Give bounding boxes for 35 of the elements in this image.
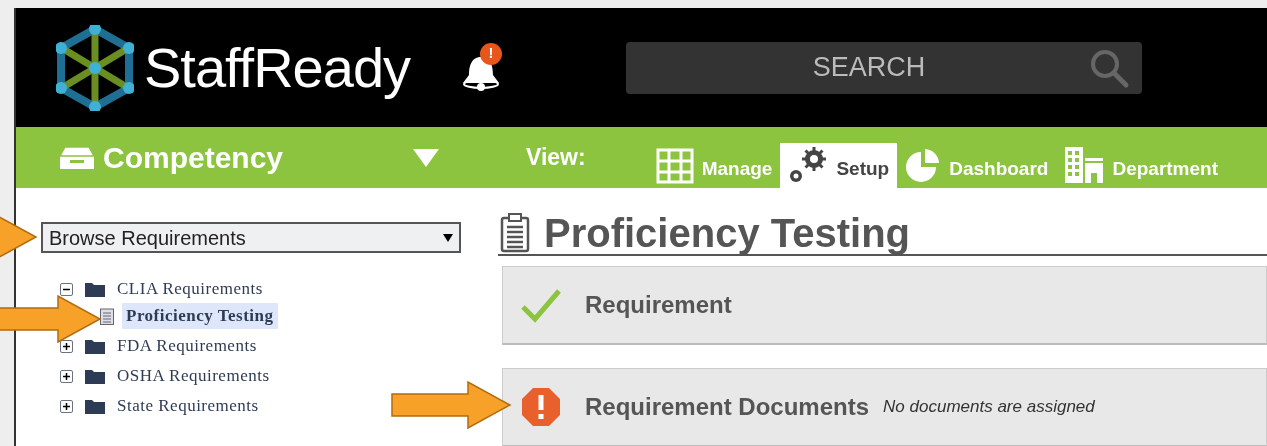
folder-icon [85,398,105,414]
view-label: View: [526,143,586,173]
clipboard-icon [500,213,530,253]
section-panel[interactable]: Requirement [502,266,1267,345]
notification-button[interactable]: ! [460,42,505,93]
tree-item[interactable]: Proficiency Testing [122,303,278,329]
folder-icon [85,338,105,354]
section-panel[interactable]: Requirement Documents No documents are assigned [502,368,1267,446]
search-field[interactable]: SEARCH [626,41,1143,94]
tree-item[interactable]: CLIA Requirements [113,276,267,302]
view-tab[interactable]: Setup [780,143,898,188]
section-title: Requirement [585,290,732,320]
tree-item[interactable]: State Requirements [113,393,263,419]
caret-icon [443,233,453,242]
tree-item[interactable]: OSHA Requirements [113,363,274,389]
section-title: Requirement Documents [585,392,870,422]
gears-icon [788,146,829,184]
folder-icon [85,368,105,384]
building-icon [1064,146,1105,184]
drawer-icon [59,145,95,170]
alert-badge: ! [480,42,503,65]
browse-dropdown[interactable]: Browse Requirements [41,222,461,253]
toggle-icon[interactable] [60,369,73,383]
logo-icon [56,24,134,111]
tree-item[interactable]: FDA Requirements [113,333,261,359]
section-note: No documents are assigned [883,396,1095,419]
pie-chart-icon [905,148,942,184]
toggle-icon[interactable] [60,339,73,353]
grid-icon [655,148,694,184]
toggle-icon[interactable] [60,399,73,413]
page-title: Proficiency Testing [544,213,910,253]
folder-icon [85,281,105,297]
toggle-icon[interactable] [60,282,73,296]
module-title: Competency [103,140,284,176]
document-icon [100,307,114,325]
